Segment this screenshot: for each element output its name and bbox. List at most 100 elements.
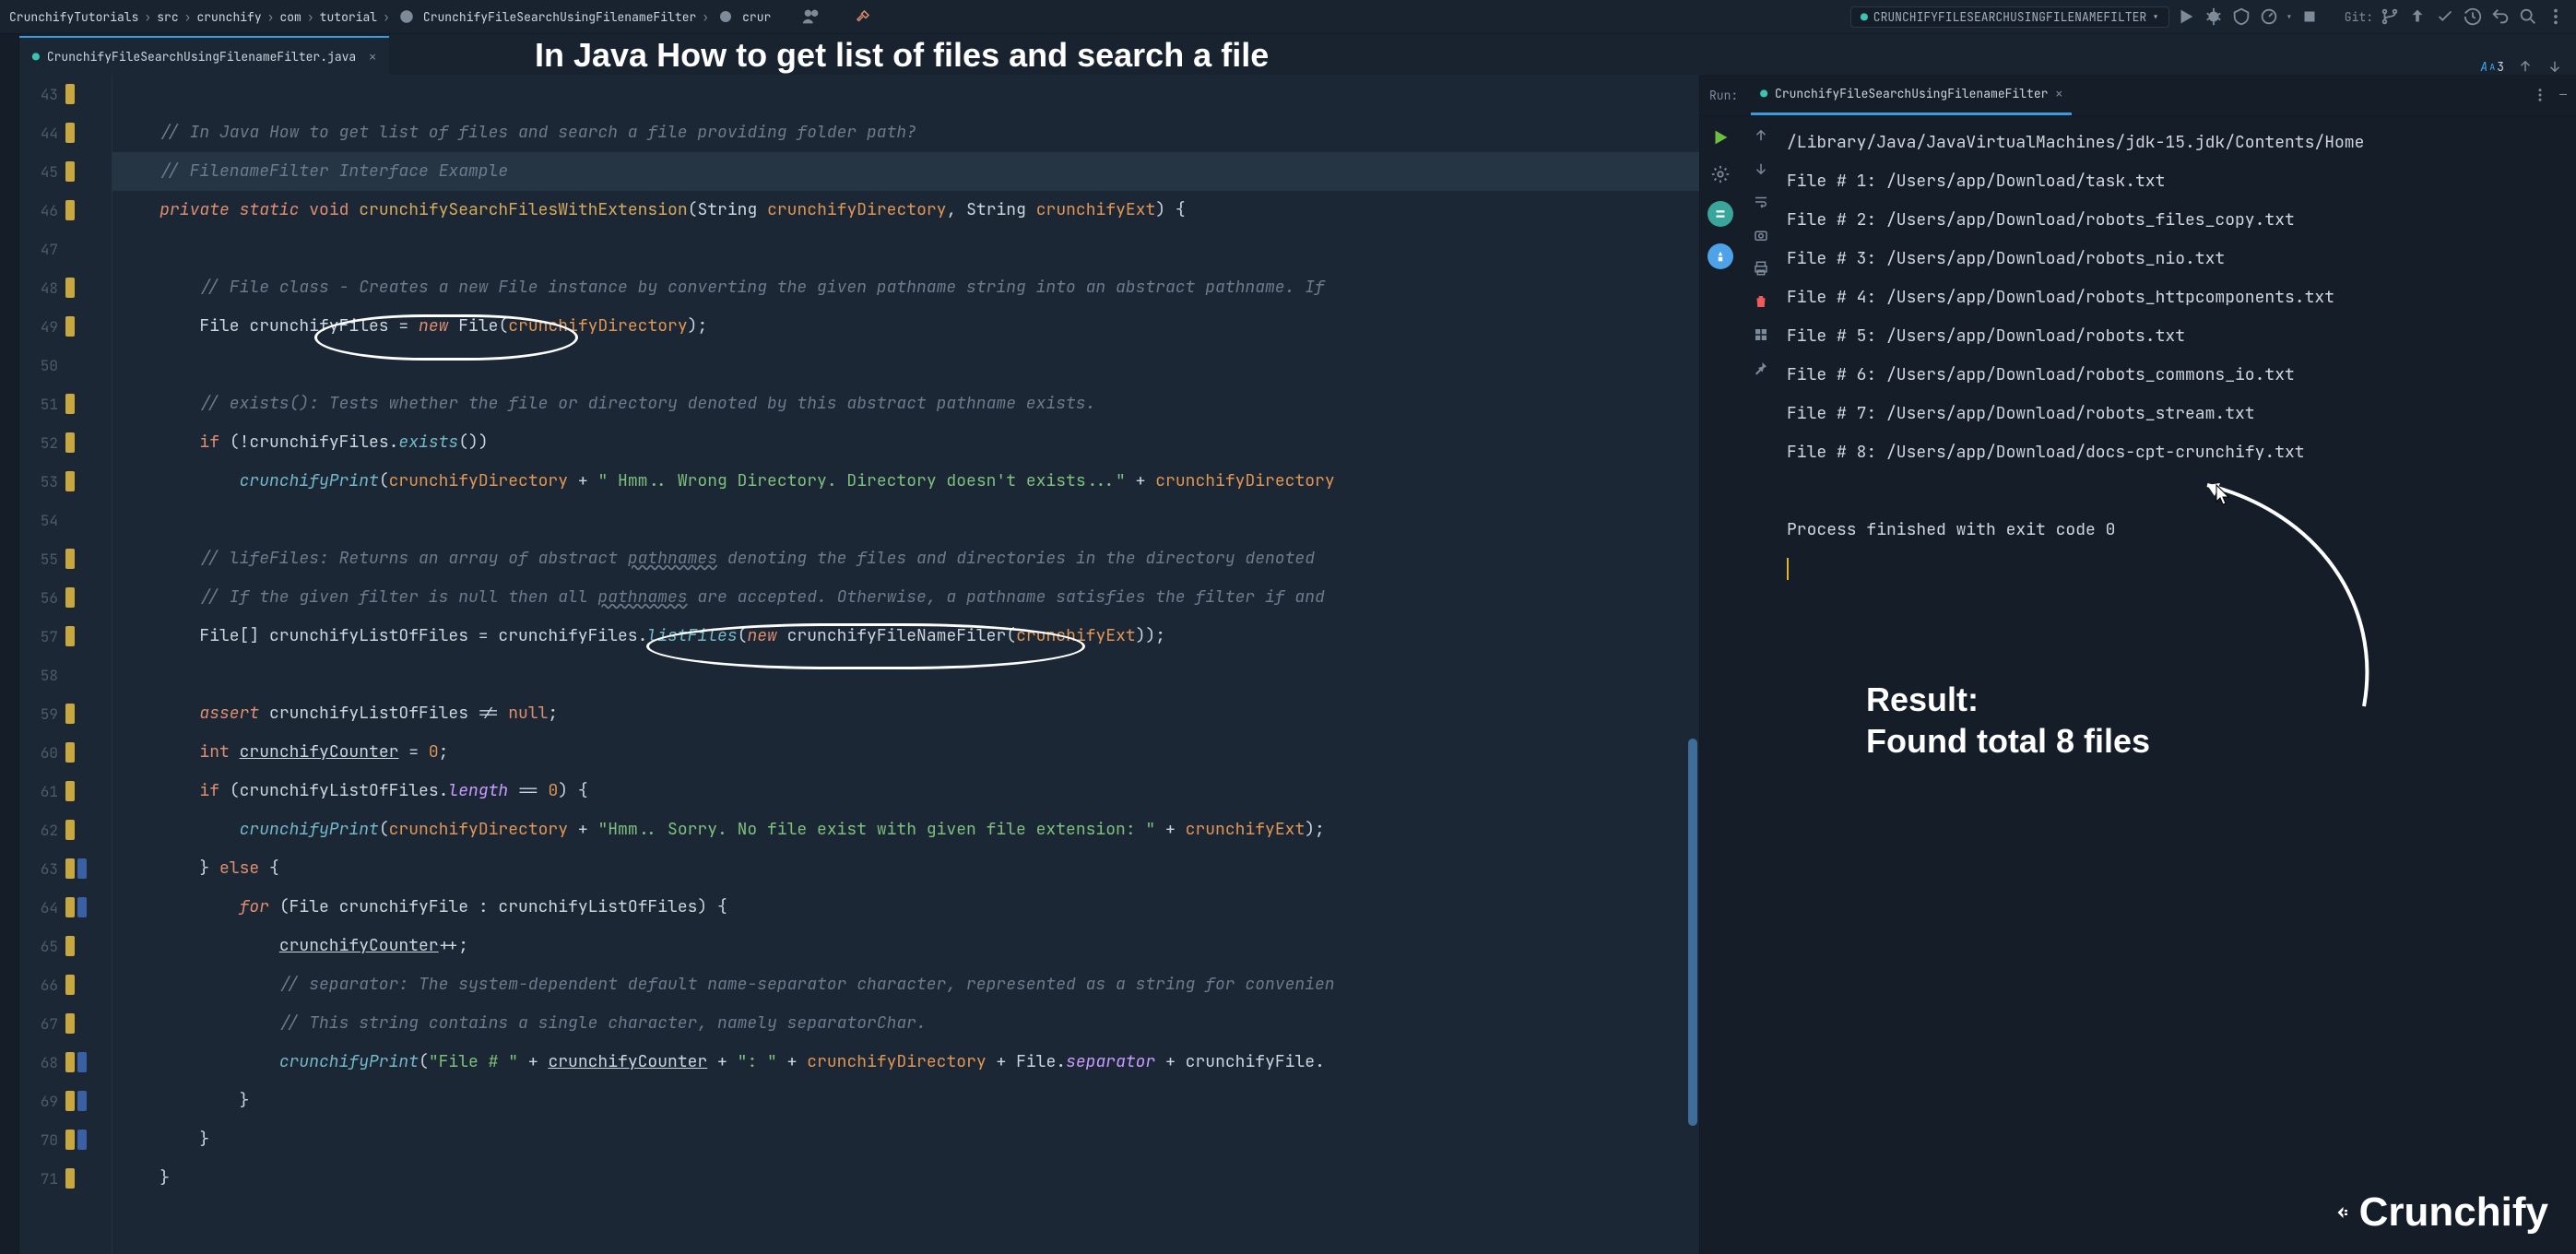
code-line[interactable]: // This string contains a single charact… <box>112 1004 1699 1043</box>
down-arrow-icon[interactable] <box>2546 58 2563 75</box>
git-branch-icon[interactable] <box>2379 6 2401 28</box>
editor-scrollbar[interactable] <box>1686 75 1699 1254</box>
code-line[interactable] <box>112 75 1699 113</box>
code-line[interactable]: // File class - Creates a new File insta… <box>112 268 1699 307</box>
gutter-mark[interactable] <box>65 123 75 143</box>
gutter-mark[interactable] <box>65 820 75 840</box>
gutter-mark[interactable] <box>77 897 87 917</box>
gutter-mark[interactable] <box>65 897 75 917</box>
editor-tab[interactable]: ● CrunchifyFileSearchUsingFilenameFilter… <box>19 36 389 75</box>
code-line[interactable]: // lifeFiles: Returns an array of abstra… <box>112 539 1699 578</box>
gutter-mark[interactable] <box>65 394 75 414</box>
layout-icon[interactable] <box>1753 326 1769 343</box>
coverage-icon[interactable] <box>2230 6 2252 28</box>
hide-panel-icon[interactable]: — <box>2559 87 2567 103</box>
gutter-mark[interactable] <box>65 1091 75 1111</box>
gutter-mark[interactable] <box>65 742 75 763</box>
code-line[interactable]: assert crunchifyListOfFiles != null; <box>112 694 1699 733</box>
run-icon[interactable] <box>2175 6 2197 28</box>
navigation-bar[interactable]: CrunchifyTutorials› src› crunchify› com›… <box>0 0 2576 34</box>
breadcrumb-item[interactable]: com <box>279 9 301 25</box>
breadcrumb-item[interactable]: tutorial <box>320 9 377 25</box>
collaborate-icon[interactable] <box>800 6 822 28</box>
code-line[interactable]: int crunchifyCounter = 0; <box>112 733 1699 772</box>
gutter-mark[interactable] <box>65 84 75 104</box>
debug-icon[interactable] <box>2203 6 2225 28</box>
left-tool-strip[interactable] <box>0 75 19 1254</box>
code-line[interactable]: crunchifyCounter++; <box>112 927 1699 965</box>
gutter-mark[interactable] <box>65 781 75 801</box>
history-icon[interactable] <box>2462 6 2484 28</box>
gutter-mark[interactable] <box>65 471 75 491</box>
up-arrow-icon[interactable] <box>1753 127 1769 144</box>
hammer-build-icon[interactable] <box>852 6 874 28</box>
soft-wrap-icon[interactable] <box>1753 194 1769 210</box>
more-icon[interactable] <box>2532 87 2548 103</box>
run-configuration-dropdown[interactable]: ● CRUNCHIFYFILESEARCHUSINGFILENAMEFILTER… <box>1850 6 2169 28</box>
close-tab-icon[interactable]: ✕ <box>2055 86 2062 101</box>
run-tab[interactable]: ● CrunchifyFileSearchUsingFilenameFilter… <box>1751 76 2072 115</box>
code-line[interactable]: File[] crunchifyListOfFiles = crunchifyF… <box>112 617 1699 656</box>
code-line[interactable]: // separator: The system-dependent defau… <box>112 965 1699 1004</box>
chevron-down-icon[interactable]: ▾ <box>2286 9 2293 25</box>
pin-icon[interactable] <box>1753 360 1769 376</box>
gutter-mark[interactable] <box>65 626 75 646</box>
close-tab-icon[interactable]: ✕ <box>369 49 376 65</box>
breadcrumb-item[interactable]: src <box>157 9 178 25</box>
badge-icon[interactable] <box>1707 201 1733 227</box>
code-line[interactable]: crunchifyPrint("File # " + crunchifyCoun… <box>112 1043 1699 1082</box>
code-line[interactable] <box>112 501 1699 539</box>
git-commit-icon[interactable] <box>2434 6 2456 28</box>
code-line[interactable]: } <box>112 1159 1699 1198</box>
code-line[interactable]: if (!crunchifyFiles.exists()) <box>112 423 1699 462</box>
rerun-icon[interactable] <box>1710 127 1731 148</box>
gutter-mark[interactable] <box>65 200 75 220</box>
code-line[interactable]: // FilenameFilter Interface Example <box>112 152 1699 191</box>
gutter-mark[interactable] <box>65 316 75 337</box>
gutter-mark[interactable] <box>77 1091 87 1111</box>
code-line[interactable]: private static void crunchifySearchFiles… <box>112 191 1699 230</box>
gutter-mark[interactable] <box>65 1168 75 1189</box>
gutter-mark[interactable] <box>65 1013 75 1034</box>
gutter-mark[interactable] <box>65 278 75 298</box>
gutter-mark[interactable] <box>77 858 87 879</box>
code-line[interactable]: crunchifyPrint(crunchifyDirectory + " Hm… <box>112 462 1699 501</box>
badge-icon[interactable] <box>1707 243 1733 269</box>
git-push-icon[interactable] <box>2406 6 2428 28</box>
breadcrumb-item[interactable]: CrunchifyFileSearchUsingFilenameFilter <box>423 9 696 25</box>
code-line[interactable]: for (File crunchifyFile : crunchifyListO… <box>112 888 1699 927</box>
rollback-icon[interactable] <box>2489 6 2511 28</box>
code-line[interactable]: crunchifyPrint(crunchifyDirectory + "Hmm… <box>112 810 1699 849</box>
gutter-mark[interactable] <box>65 704 75 724</box>
print-icon[interactable] <box>1753 260 1769 277</box>
font-size-badge[interactable]: AA 3 <box>2480 59 2504 75</box>
settings-gear-icon[interactable] <box>1710 164 1731 184</box>
gutter-mark[interactable] <box>65 975 75 995</box>
screenshot-icon[interactable] <box>1753 227 1769 243</box>
gutter-mark[interactable] <box>65 1052 75 1072</box>
profile-icon[interactable] <box>2258 6 2280 28</box>
code-line[interactable] <box>112 230 1699 268</box>
gutter-mark[interactable] <box>65 587 75 608</box>
code-line[interactable]: if (crunchifyListOfFiles.length == 0) { <box>112 772 1699 810</box>
up-arrow-icon[interactable] <box>2517 58 2534 75</box>
breadcrumb-item[interactable]: crur <box>742 9 771 25</box>
gutter-mark[interactable] <box>77 1052 87 1072</box>
gutter-mark[interactable] <box>77 1130 87 1150</box>
gutter-mark[interactable] <box>65 161 75 182</box>
code-line[interactable]: } <box>112 1082 1699 1120</box>
delete-icon[interactable] <box>1753 293 1769 310</box>
down-arrow-icon[interactable] <box>1753 160 1769 177</box>
search-icon[interactable] <box>2517 6 2539 28</box>
gutter-mark[interactable] <box>65 432 75 453</box>
code-line[interactable] <box>112 346 1699 384</box>
stop-icon[interactable] <box>2298 6 2321 28</box>
gutter-mark[interactable] <box>65 858 75 879</box>
code-line[interactable]: // If the given filter is null then all … <box>112 578 1699 617</box>
code-line[interactable]: // In Java How to get list of files and … <box>112 113 1699 152</box>
breadcrumb-item[interactable]: crunchify <box>196 9 261 25</box>
code-line[interactable] <box>112 656 1699 694</box>
more-icon[interactable] <box>2545 6 2567 28</box>
code-editor[interactable]: 43 44 45 46 47 48 49 50 51 52 53 54 55 5… <box>19 75 1699 1254</box>
gutter-mark[interactable] <box>65 1130 75 1150</box>
